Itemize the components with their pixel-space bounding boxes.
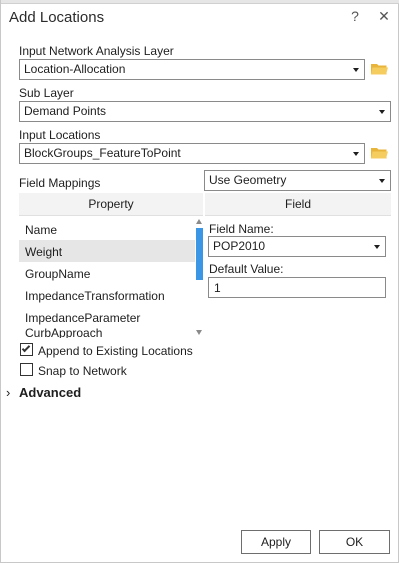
field-mappings-label: Field Mappings bbox=[19, 176, 101, 190]
list-item[interactable]: GroupName bbox=[19, 262, 195, 284]
scroll-up-icon[interactable] bbox=[196, 219, 202, 224]
network-layer-label: Input Network Analysis Layer bbox=[19, 44, 174, 58]
add-locations-dialog: Add Locations ? ✕ Input Network Analysis… bbox=[0, 0, 399, 563]
apply-button[interactable]: Apply bbox=[241, 530, 311, 554]
append-checkbox[interactable] bbox=[20, 343, 33, 356]
scrollbar-thumb[interactable] bbox=[196, 228, 203, 280]
chevron-down-icon bbox=[379, 110, 385, 114]
chevron-down-icon bbox=[353, 68, 359, 72]
chevron-down-icon bbox=[379, 179, 385, 183]
scroll-down-icon[interactable] bbox=[196, 330, 202, 335]
list-item[interactable]: ImpedanceTransformation bbox=[19, 284, 195, 306]
input-locations-label: Input Locations bbox=[19, 128, 101, 142]
list-item-selected[interactable]: Weight bbox=[19, 240, 195, 262]
sub-layer-combo[interactable]: Demand Points bbox=[19, 101, 391, 122]
property-list: Name Weight GroupName ImpedanceTransform… bbox=[19, 218, 195, 338]
dialog-title: Add Locations bbox=[9, 9, 105, 26]
help-icon[interactable]: ? bbox=[346, 8, 364, 24]
close-icon[interactable]: ✕ bbox=[375, 8, 393, 25]
field-mappings-combo[interactable]: Use Geometry bbox=[204, 170, 391, 191]
network-layer-value: Location-Allocation bbox=[24, 62, 126, 76]
checkmark-icon bbox=[21, 343, 31, 353]
snap-checkbox[interactable] bbox=[20, 363, 33, 376]
property-list-scrollbar[interactable] bbox=[195, 218, 204, 336]
input-locations-value: BlockGroups_FeatureToPoint bbox=[24, 146, 181, 160]
folder-icon[interactable] bbox=[371, 63, 388, 75]
sub-layer-label: Sub Layer bbox=[19, 86, 74, 100]
field-name-combo[interactable]: POP2010 bbox=[208, 236, 386, 257]
list-item[interactable]: Name bbox=[19, 218, 195, 240]
ok-button[interactable]: OK bbox=[319, 530, 390, 554]
network-layer-combo[interactable]: Location-Allocation bbox=[19, 59, 365, 80]
default-value-input[interactable]: 1 bbox=[208, 277, 386, 298]
append-label: Append to Existing Locations bbox=[38, 344, 193, 358]
snap-label: Snap to Network bbox=[38, 364, 127, 378]
advanced-section-toggle[interactable]: Advanced bbox=[19, 385, 81, 400]
field-name-value: POP2010 bbox=[213, 239, 266, 253]
input-locations-combo[interactable]: BlockGroups_FeatureToPoint bbox=[19, 143, 365, 164]
folder-icon[interactable] bbox=[371, 147, 388, 159]
field-mappings-value: Use Geometry bbox=[209, 173, 287, 187]
default-value-label: Default Value: bbox=[209, 262, 284, 276]
advanced-chevron-icon[interactable]: › bbox=[6, 385, 10, 400]
chevron-down-icon bbox=[374, 245, 380, 249]
field-name-label: Field Name: bbox=[209, 222, 274, 236]
field-column-header[interactable]: Field bbox=[205, 193, 391, 216]
window-top-strip bbox=[1, 0, 399, 4]
sub-layer-value: Demand Points bbox=[24, 104, 107, 118]
chevron-down-icon bbox=[353, 152, 359, 156]
property-column-header[interactable]: Property bbox=[19, 193, 203, 216]
